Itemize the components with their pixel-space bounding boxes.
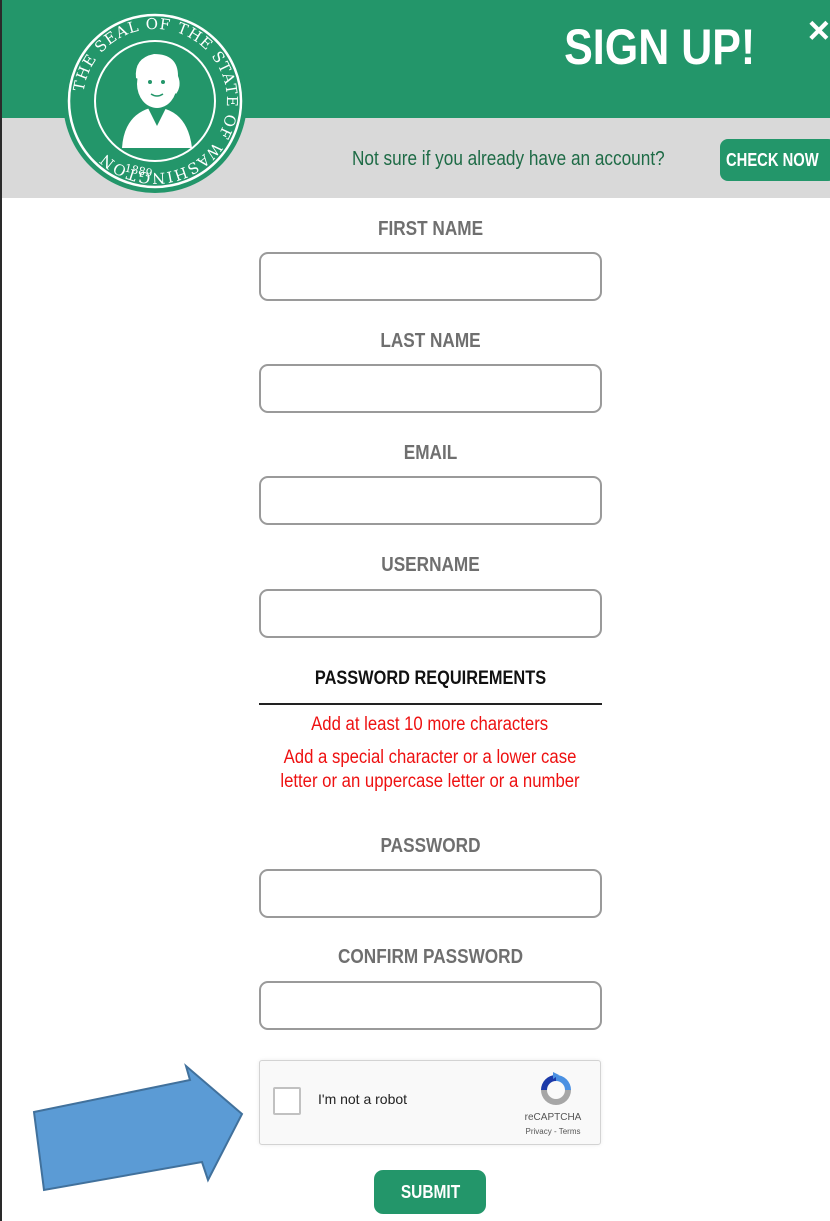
confirm-password-label: CONFIRM PASSWORD xyxy=(337,946,524,968)
username-field[interactable] xyxy=(259,589,602,638)
requirement-item: Add a special character or a lower case … xyxy=(240,746,620,794)
recaptcha-logo-icon xyxy=(541,1072,571,1105)
requirement-item: Add at least 10 more characters xyxy=(240,713,620,737)
password-requirements-heading: PASSWORD REQUIREMENTS xyxy=(314,668,547,689)
recaptcha-brand: reCAPTCHA xyxy=(524,1112,582,1123)
requirement-text: Add at least 10 more characters xyxy=(311,714,549,735)
first-name-label: FIRST NAME xyxy=(377,218,484,240)
check-now-label: CHECK NOW xyxy=(726,149,819,170)
recaptcha-links[interactable]: Privacy - Terms xyxy=(508,1127,598,1136)
recaptcha-checkbox[interactable] xyxy=(273,1087,301,1115)
last-name-label: LAST NAME xyxy=(380,330,481,352)
first-name-field[interactable] xyxy=(259,252,602,301)
washington-state-seal: THE SEAL OF THE STATE OF WASHINGTON 1889 xyxy=(63,9,247,193)
username-label: USERNAME xyxy=(381,554,480,576)
submit-label: SUBMIT xyxy=(400,1181,460,1202)
password-label: PASSWORD xyxy=(380,835,481,857)
requirement-text: Add a special character or a lower case … xyxy=(280,747,580,792)
password-field[interactable] xyxy=(259,869,602,918)
email-field[interactable] xyxy=(259,476,602,525)
check-now-button[interactable]: CHECK NOW xyxy=(720,139,830,181)
recaptcha-widget: I'm not a robot reCAPTCHA Privacy - Term… xyxy=(259,1060,601,1145)
page-title: SIGN UP! xyxy=(563,19,755,75)
account-check-prompt: Not sure if you already have an account? xyxy=(352,148,665,170)
recaptcha-label: I'm not a robot xyxy=(318,1091,408,1107)
close-icon[interactable]: × xyxy=(808,12,830,50)
confirm-password-field[interactable] xyxy=(259,981,602,1030)
signup-dialog: THE SEAL OF THE STATE OF WASHINGTON 1889… xyxy=(0,0,830,1221)
email-label: EMAIL xyxy=(403,442,458,464)
last-name-field[interactable] xyxy=(259,364,602,413)
submit-button[interactable]: SUBMIT xyxy=(374,1170,486,1214)
pointer-arrow-icon xyxy=(32,1063,244,1192)
password-requirements-divider xyxy=(259,703,602,705)
